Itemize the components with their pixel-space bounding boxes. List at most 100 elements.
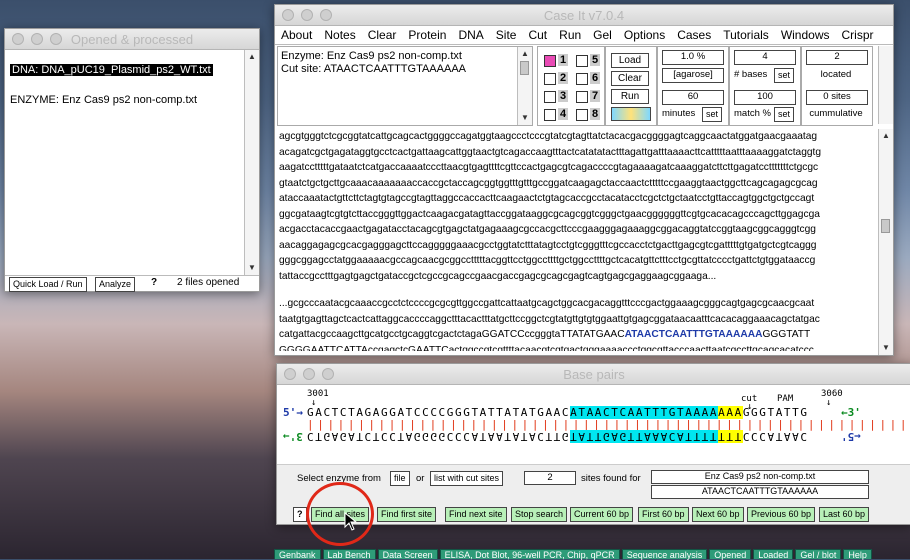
scroll-up-icon[interactable]: ▲ [245,50,259,64]
lane-5-checkbox[interactable] [576,55,588,67]
agarose-label[interactable]: [agarose] [662,68,724,83]
previous-60bp-button[interactable]: Previous 60 bp [747,507,816,522]
menu-about[interactable]: About [275,26,318,44]
menu-dna[interactable]: DNA [452,26,489,44]
menu-cut[interactable]: Cut [522,26,553,44]
menu-run[interactable]: Run [553,26,587,44]
lane-4-checkbox[interactable] [544,109,556,121]
seq-line-with-site: catgattacgccaagcttgcatgcctgcaggtcgactcta… [279,329,811,340]
clear-button[interactable]: Clear [611,71,649,86]
last-60bp-button[interactable]: Last 60 bp [819,507,870,522]
info-enzyme: Enzyme: Enz Cas9 ps2 non-comp.txt [281,50,462,62]
scrollbar[interactable]: ▲ ▼ [517,47,532,125]
gel-actions: Load Clear Run [605,46,657,126]
lane-8-checkbox[interactable] [576,109,588,121]
minutes-set-button[interactable]: set [702,107,723,122]
seq-line: ggcgataagtcgtgtcttaccgggttggactcaagacgat… [279,208,820,220]
tab-elisa[interactable]: ELISA, Dot Blot, 96-well PCR, Chip, qPCR [439,549,620,560]
menu-site[interactable]: Site [490,26,523,44]
info-box: Enzyme: Enz Cas9 ps2 non-comp.txt Cut si… [277,46,533,126]
enzyme-file-item[interactable]: ENZYME: Enz Cas9 ps2 non-comp.txt [10,94,197,106]
tab-gel-blot[interactable]: Gel / blot [795,549,842,560]
tab-lab-bench[interactable]: Lab Bench [322,549,376,560]
bases-label: # bases [734,69,768,80]
help-button[interactable]: ? [151,277,157,288]
lane-6-label: 6 [590,72,601,84]
lane-2-checkbox[interactable] [544,73,556,85]
seq-line: gtaatctgctgcttgcaaacaaaaaaaccaccgctaccag… [279,177,818,189]
match-set-button[interactable]: set [774,107,795,122]
opened-list: DNA: DNA_pUC19_Plasmid_ps2_WT.txt ENZYME… [5,50,259,275]
load-button[interactable]: Load [611,53,649,68]
seq-line: tattaccgcctttgagtgagctgataccgctcgccgcagc… [279,270,717,282]
menu-cases[interactable]: Cases [671,26,717,44]
scrollbar[interactable]: ▲ ▼ [244,50,259,275]
lane-1-checkbox[interactable] [544,55,556,67]
next-60bp-button[interactable]: Next 60 bp [692,507,744,522]
scroll-down-icon[interactable]: ▼ [518,111,532,125]
bases-value[interactable]: 4 [734,50,796,65]
tab-sequence-analysis[interactable]: Sequence analysis [621,549,708,560]
tab-loaded[interactable]: Loaded [753,549,794,560]
find-next-site-button[interactable]: Find next site [445,507,507,522]
menu-options[interactable]: Options [618,26,671,44]
tab-data-screen[interactable]: Data Screen [377,549,438,560]
tab-opened[interactable]: Opened [709,549,752,560]
find-first-site-button[interactable]: Find first site [377,507,437,522]
titlebar[interactable]: Base pairs [277,364,910,385]
tab-genbank[interactable]: Genbank [274,549,321,560]
sequence-scrollbar[interactable]: ▲ ▼ [878,129,893,355]
located-label: located [820,69,852,80]
scroll-thumb[interactable] [881,219,890,233]
sequence-view[interactable]: agcgtgggtctcgcggtatcattgcagcactggggccaga… [279,129,877,351]
menu-crispr[interactable]: Crispr [836,26,880,44]
seq-line: aacaggagagcgcacgagggagcttccagggggaaacgcc… [279,239,817,251]
match-label: match % [734,108,771,119]
control-scroll[interactable] [878,46,893,124]
first-60bp-button[interactable]: First 60 bp [638,507,689,522]
menu-clear[interactable]: Clear [362,26,403,44]
lane-7-checkbox[interactable] [576,91,588,103]
menu-protein[interactable]: Protein [402,26,452,44]
minutes-label: minutes [662,108,696,119]
minutes-value[interactable]: 60 [662,90,724,105]
bases-set-button[interactable]: set [774,68,795,83]
list-with-cut-sites-button[interactable]: list with cut sites [430,471,504,486]
scroll-up-icon[interactable]: ▲ [879,129,893,143]
scroll-up-icon[interactable]: ▲ [518,47,532,61]
run-button[interactable]: Run [611,89,649,104]
scroll-down-icon[interactable]: ▼ [245,261,259,275]
stop-search-button[interactable]: Stop search [511,507,568,522]
titlebar[interactable]: Case It v7.0.4 [275,5,893,26]
gel-preview-icon[interactable] [611,107,651,121]
scroll-thumb[interactable] [520,61,529,75]
tab-help[interactable]: Help [843,549,872,560]
menu-bar: About Notes Clear Protein DNA Site Cut R… [275,26,893,45]
cumulative-label: cummulative [809,108,863,119]
menu-windows[interactable]: Windows [775,26,836,44]
menu-tutorials[interactable]: Tutorials [717,26,775,44]
titlebar[interactable]: Opened & processed [5,29,259,50]
five-prime-label-bottom: ←5' [841,430,861,443]
scroll-down-icon[interactable]: ▼ [879,341,893,355]
located-panel: 2 located 0 sites cummulative [801,46,873,126]
cursor-icon [344,512,358,531]
agarose-value[interactable]: 1.0 % [662,50,724,65]
lane-5-label: 5 [590,54,601,66]
lane-6-checkbox[interactable] [576,73,588,85]
help-button[interactable]: ? [293,507,307,522]
dna-file-item[interactable]: DNA: DNA_pUC19_Plasmid_ps2_WT.txt [10,64,213,76]
seq-line: gggcggagcctatggaaaaacgccagcaacgcggcctttt… [279,255,816,266]
quick-load-run-button[interactable]: Quick Load / Run [9,277,87,292]
five-prime-label: 5'→ [283,406,303,419]
end-arrow-icon: ↓ [826,398,832,408]
analyze-button[interactable]: Analyze [95,277,136,292]
current-60bp-button[interactable]: Current 60 bp [570,507,634,522]
lane-3-checkbox[interactable] [544,91,556,103]
menu-gel[interactable]: Gel [587,26,618,44]
seq-line: agcgtgggtctcgcggtatcattgcagcactggggccaga… [279,131,818,142]
menu-notes[interactable]: Notes [318,26,361,44]
window-title: Base pairs [563,367,625,382]
match-value[interactable]: 100 [734,90,796,105]
file-button[interactable]: file [390,471,410,486]
